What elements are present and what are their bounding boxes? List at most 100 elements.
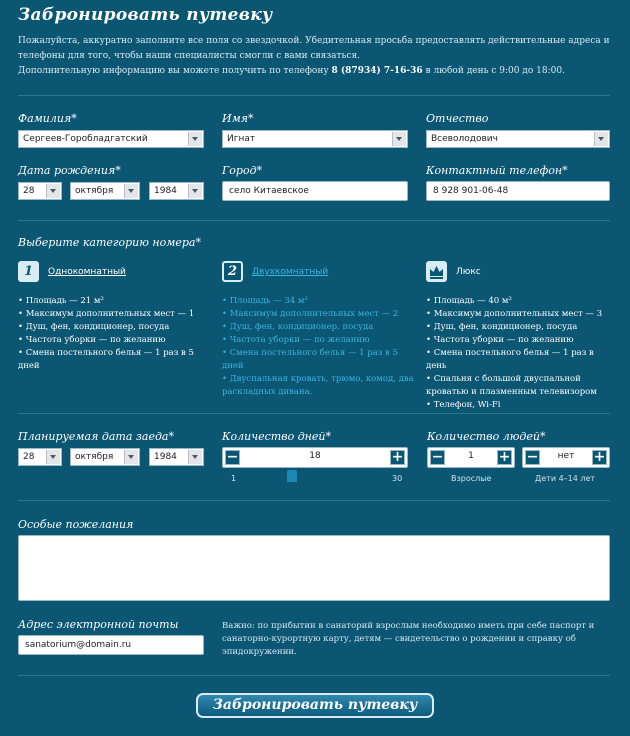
category-heading: Выберите категорию номера* <box>18 236 201 249</box>
days-value: 18 <box>309 451 321 461</box>
chevron-down-icon <box>594 132 608 146</box>
wishes-textarea[interactable] <box>18 535 610 601</box>
name-value: Игнат <box>227 134 256 144</box>
minus-icon[interactable]: − <box>430 450 445 465</box>
patronymic-value: Всеволодович <box>431 134 498 144</box>
category-badge: 2 <box>222 261 243 282</box>
feature-item: Смена постельного белья — 1 раз в день <box>426 347 616 373</box>
chevron-down-icon <box>124 450 138 464</box>
birth-month-value: октября <box>75 186 114 196</box>
crown-icon-svg <box>430 266 443 279</box>
feature-item: Частота уборки — по желанию <box>426 334 616 347</box>
category-name: Двухкомнатный <box>252 267 329 277</box>
birth-day-select[interactable]: 28 <box>18 182 62 200</box>
divider <box>18 220 610 221</box>
phone-input[interactable]: 8 928 901-06-48 <box>426 181 610 201</box>
plus-icon[interactable]: + <box>497 450 512 465</box>
days-min: 1 <box>231 474 237 483</box>
category-name: Однокомнатный <box>48 267 126 277</box>
feature-item: Площадь — 21 м² <box>18 295 218 308</box>
email-input[interactable]: sanatorium@domain.ru <box>18 635 204 655</box>
email-label: Адрес электронной почты <box>18 618 179 631</box>
birth-day-value: 28 <box>23 186 35 196</box>
name-label: Имя* <box>222 112 254 125</box>
children-stepper[interactable]: − нет + <box>522 447 610 468</box>
feature-item: Площадь — 34 м² <box>222 295 414 308</box>
days-label: Количество дней* <box>222 430 332 443</box>
birth-year-value: 1984 <box>154 186 177 196</box>
category-features: Площадь — 40 м² Максимум дополнительных … <box>426 295 616 412</box>
chevron-down-icon <box>46 450 60 464</box>
feature-item: Максимум дополнительных мест — 2 <box>222 308 414 321</box>
divider <box>18 500 610 501</box>
wishes-label: Особые пожелания <box>18 518 134 531</box>
category-name: Люкс <box>456 267 481 277</box>
divider <box>18 675 610 676</box>
category-features: Площадь — 34 м² Максимум дополнительных … <box>222 295 414 399</box>
minus-icon[interactable]: − <box>225 450 240 465</box>
feature-item: Частота уборки — по желанию <box>222 334 414 347</box>
surname-select[interactable]: Сергеев-Горобладгатский <box>18 130 204 148</box>
name-select[interactable]: Игнат <box>222 130 408 148</box>
birth-month-select[interactable]: октября <box>70 182 140 200</box>
chevron-down-icon <box>188 450 202 464</box>
patronymic-select[interactable]: Всеволодович <box>426 130 610 148</box>
divider <box>18 95 610 96</box>
feature-item: Частота уборки — по желанию <box>18 334 218 347</box>
category-features: Площадь — 21 м² Максимум дополнительных … <box>18 295 218 373</box>
divider <box>18 413 610 414</box>
info-phone: 8 (87934) 7-16-36 <box>331 66 423 76</box>
category-badge: 1 <box>18 261 39 282</box>
feature-item: Телефон, Wi-Fi <box>426 399 616 412</box>
city-input[interactable]: село Китаевское <box>222 181 408 201</box>
arrival-month-value: октября <box>75 452 114 462</box>
surname-label: Фамилия* <box>18 112 77 125</box>
surname-value: Сергеев-Горобладгатский <box>23 134 148 144</box>
adults-value: 1 <box>468 451 474 461</box>
feature-item: Душ, фен, кондиционер, посуда <box>222 321 414 334</box>
chevron-down-icon <box>188 184 202 198</box>
phone-info-suffix: в любой день с 9:00 до 18:00. <box>425 66 565 76</box>
plus-icon[interactable]: + <box>592 450 607 465</box>
crown-icon <box>426 261 447 282</box>
phone-label: Контактный телефон* <box>426 164 568 177</box>
days-max: 30 <box>392 474 403 483</box>
arrival-label: Планируемая дата заеда* <box>18 430 174 443</box>
birth-year-select[interactable]: 1984 <box>149 182 204 200</box>
children-value: нет <box>557 451 575 461</box>
arrival-day-value: 28 <box>23 452 35 462</box>
children-caption: Дети 4–14 лет <box>535 474 596 483</box>
feature-item: Душ, фен, кондиционер, посуда <box>18 321 218 334</box>
chevron-down-icon <box>392 132 406 146</box>
feature-item: Максимум дополнительных мест — 1 <box>18 308 218 321</box>
chevron-down-icon <box>46 184 60 198</box>
intro-text: Пожалуйста, аккуратно заполните все поля… <box>18 36 610 61</box>
adults-stepper[interactable]: − 1 + <box>427 447 515 468</box>
phone-info: Дополнительную информацию вы можете полу… <box>18 66 618 76</box>
city-label: Город* <box>222 164 263 177</box>
slider-handle[interactable] <box>287 470 297 482</box>
patronymic-label: Отчество <box>426 112 489 125</box>
minus-icon[interactable]: − <box>525 450 540 465</box>
chevron-down-icon <box>124 184 138 198</box>
people-label: Количество людей* <box>427 430 546 443</box>
feature-item: Площадь — 40 м² <box>426 295 616 308</box>
feature-item: Душ, фен, кондиционер, посуда <box>426 321 616 334</box>
arrival-day-select[interactable]: 28 <box>18 448 62 466</box>
page-title: Забронировать путевку <box>18 5 273 25</box>
arrival-month-select[interactable]: октября <box>70 448 140 466</box>
feature-item: Смена постельного белья — 1 раз в 5 дней <box>18 347 218 373</box>
days-slider[interactable]: − 18 + <box>222 447 408 468</box>
feature-item: Спальня с большой двуспальной кроватью и… <box>426 373 616 399</box>
birth-label: Дата рождения* <box>18 164 121 177</box>
email-note: Важно: по прибытии в санаторий взрослым … <box>222 621 595 657</box>
feature-item: Смена постельного белья — 1 раз в 5 дней <box>222 347 414 373</box>
phone-info-prefix: Дополнительную информацию вы можете полу… <box>18 66 329 76</box>
feature-item: Двуспальная кровать, трюмо, комод, два р… <box>222 373 414 399</box>
plus-icon[interactable]: + <box>390 450 405 465</box>
adults-caption: Взрослые <box>451 474 492 483</box>
arrival-year-select[interactable]: 1984 <box>149 448 204 466</box>
feature-item: Максимум дополнительных мест — 3 <box>426 308 616 321</box>
submit-button[interactable]: Забронировать путевку <box>196 693 434 718</box>
chevron-down-icon <box>188 132 202 146</box>
